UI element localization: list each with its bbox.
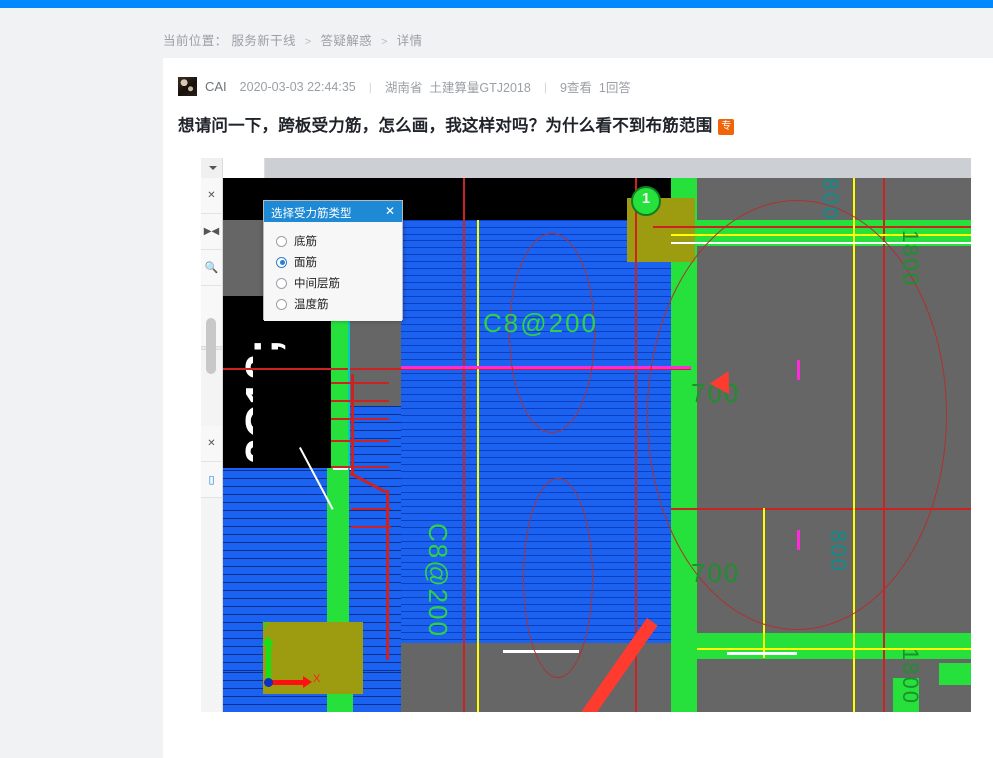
beam-stub-right — [939, 663, 971, 685]
post-region: 湖南省 — [384, 81, 423, 95]
label-dim-1800-b: 1800 — [898, 648, 923, 705]
axis-marker: 1 — [631, 186, 661, 216]
expand-icon: ▶◀ — [203, 226, 220, 237]
cad-left-panel: ✕ ▶◀ 🔍 ✕ ▯ — [201, 178, 223, 712]
book-icon: ▯ — [208, 474, 215, 486]
close-icon: ✕ — [207, 438, 216, 449]
breadcrumb-separator: > — [304, 36, 312, 48]
rebar-tick-7 — [351, 526, 391, 528]
axis-line-yellow-h2 — [697, 648, 971, 650]
axis-widget-y-shaft — [266, 644, 271, 682]
search-icon: 🔍 — [204, 262, 219, 274]
dialog-title: 选择受力筋类型 — [271, 208, 352, 220]
panel-expand-button[interactable]: ▶◀ — [201, 214, 222, 250]
meta-divider: | — [543, 79, 547, 94]
radio-icon — [276, 277, 287, 289]
axis-widget-y-head — [262, 636, 274, 645]
annotation-ellipse-bottom — [523, 478, 593, 678]
axis-widget-origin — [264, 678, 273, 687]
beam-horizontal-bottom — [671, 633, 971, 659]
dialog-titlebar[interactable]: 选择受力筋类型 ✕ — [264, 201, 402, 222]
top-accent-bar — [0, 0, 993, 8]
breadcrumb-item-qa[interactable]: 答疑解惑 — [320, 34, 372, 48]
radio-label: 面筋 — [294, 257, 317, 269]
breadcrumb-separator: > — [380, 36, 388, 48]
label-rebar-spec-horizontal: C8@200 — [483, 308, 599, 338]
avatar[interactable] — [178, 77, 197, 96]
radio-icon — [276, 235, 287, 247]
panel-close-button-2[interactable]: ✕ — [201, 426, 222, 462]
post-card: CAI 2020-03-03 22:44:35 | 湖南省 土建算量GTJ201… — [163, 58, 993, 758]
post-answers: 1回答 — [598, 81, 631, 95]
edge-line-white-3 — [727, 652, 797, 655]
post-timestamp: 2020-03-03 22:44:35 — [239, 79, 356, 94]
rebar-tick-5 — [331, 466, 389, 468]
cad-toolbar-left — [201, 158, 223, 178]
axis-line-yellow-v2 — [477, 220, 479, 712]
axis-widget-y-label: Y — [262, 620, 270, 632]
panel-scrollbar[interactable] — [206, 318, 216, 374]
meta-divider: | — [368, 79, 372, 94]
axis-marker-label: 1 — [641, 190, 651, 207]
cad-toolbar-tab[interactable] — [223, 158, 265, 178]
radio-option-bottom-rebar[interactable]: 底筋 — [276, 231, 402, 251]
radio-icon — [276, 298, 287, 310]
breadcrumb: 当前位置： 服务新干线 > 答疑解惑 > 详情 — [163, 30, 422, 50]
drawn-rebar-seg-1 — [351, 374, 354, 474]
post-views: 9查看 — [559, 81, 592, 95]
panel-book-button[interactable]: ▯ — [201, 462, 222, 498]
label-dim-700-b: 700 — [691, 558, 741, 588]
rebar-tick-4 — [331, 440, 389, 442]
dialog-body: 底筋 面筋 中间层筋 温度筋 — [264, 222, 402, 321]
rebar-type-dialog[interactable]: 选择受力筋类型 ✕ 底筋 面筋 中间层筋 温度筋 — [263, 200, 403, 321]
grid-line-v-1 — [463, 178, 465, 712]
rebar-tick-1 — [331, 382, 389, 384]
question-title-text: 想请问一下，跨板受力筋，怎么画，我这样对吗？为什么看不到布筋范围 — [178, 117, 713, 135]
rebar-tick-3 — [331, 418, 389, 420]
status-badge: 专 — [718, 119, 735, 135]
label-dim-1800-a: 1800 — [898, 230, 923, 287]
radio-icon-selected — [276, 256, 287, 268]
radio-label: 底筋 — [294, 236, 317, 248]
close-icon: ✕ — [207, 190, 216, 201]
label-rebar-spec-vertical: C8@200 — [423, 523, 453, 639]
drawn-rebar-seg-3 — [386, 490, 389, 660]
rebar-tick-6 — [351, 508, 391, 510]
axis-widget-x-label: X — [313, 673, 321, 685]
axis-widget-x-shaft — [269, 680, 305, 685]
panel-search-button[interactable]: 🔍 — [201, 250, 222, 286]
radio-label: 温度筋 — [294, 299, 329, 311]
cad-canvas[interactable]: 2C12; — [223, 178, 971, 712]
panel-close-button[interactable]: ✕ — [201, 178, 222, 214]
close-icon[interactable]: ✕ — [385, 204, 395, 218]
axis-widget-x-head — [303, 676, 312, 688]
page-title: 想请问一下，跨板受力筋，怎么画，我这样对吗？为什么看不到布筋范围专 — [178, 112, 735, 136]
attached-screenshot: ✕ ▶◀ 🔍 ✕ ▯ 1 C8@200 C8@200 700 700 1800 … — [201, 158, 971, 712]
radio-label: 中间层筋 — [294, 278, 340, 290]
label-dim-800: 800 — [818, 178, 843, 221]
radio-option-middle-rebar[interactable]: 中间层筋 — [276, 273, 402, 293]
rebar-tick-2 — [331, 400, 389, 402]
chevron-down-icon[interactable] — [209, 166, 217, 170]
post-software[interactable]: 土建算量GTJ2018 — [429, 77, 530, 96]
breadcrumb-item-detail: 详情 — [396, 34, 423, 48]
radio-option-temperature-rebar[interactable]: 温度筋 — [276, 294, 402, 314]
radio-option-top-rebar[interactable]: 面筋 — [276, 252, 402, 272]
breadcrumb-label: 当前位置： — [163, 34, 228, 48]
cad-toolbar — [201, 158, 971, 178]
post-meta: CAI 2020-03-03 22:44:35 | 湖南省 土建算量GTJ201… — [178, 77, 631, 96]
author-name[interactable]: CAI — [205, 79, 227, 94]
label-dim-800-b: 800 — [826, 530, 851, 573]
breadcrumb-item-home[interactable]: 服务新干线 — [231, 34, 296, 48]
